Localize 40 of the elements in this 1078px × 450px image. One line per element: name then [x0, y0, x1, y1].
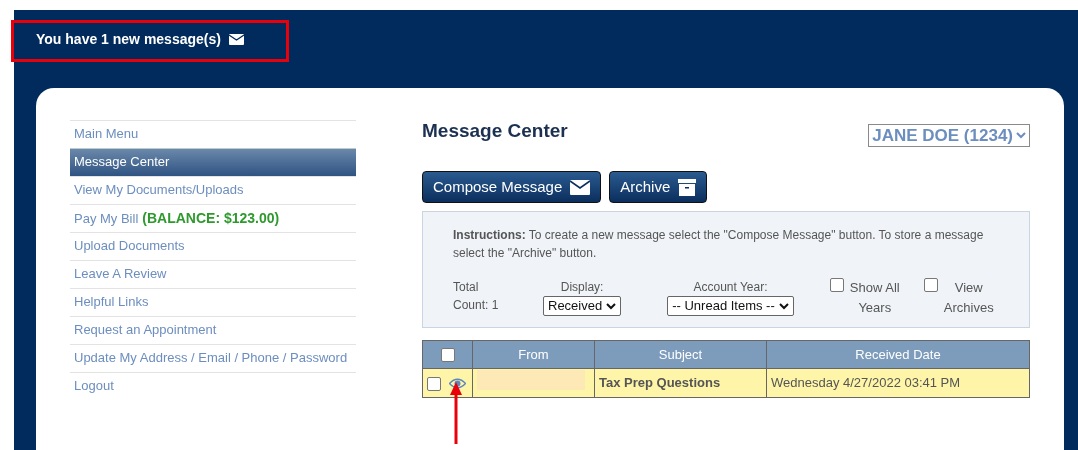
- year-label: Account Year:: [692, 279, 769, 296]
- table-cell: Wednesday 4/27/2022 03:41 PM: [766, 368, 1030, 398]
- display-select[interactable]: Received: [543, 296, 622, 316]
- display-label: Display:: [559, 279, 605, 296]
- checkbox-label: Show All Years: [848, 279, 901, 317]
- chevron-icon: [1016, 132, 1026, 139]
- checkbox[interactable]: [923, 278, 938, 292]
- checkbox[interactable]: [829, 278, 844, 292]
- archive-button[interactable]: Archive: [609, 171, 708, 203]
- total-count: Total Count: 1: [453, 279, 500, 314]
- envelope-icon: [228, 34, 244, 45]
- row-checkbox[interactable]: [427, 376, 441, 391]
- chevron-icon: [778, 302, 789, 310]
- sidebar-link[interactable]: Pay My Bill: [74, 211, 139, 226]
- balance-amount: (BALANCE: $123.00): [142, 210, 280, 226]
- column-header: Received Date: [766, 340, 1030, 369]
- column-header: From: [472, 340, 595, 369]
- sidebar-link[interactable]: Helpful Links: [74, 294, 149, 309]
- page-title: Message Center: [422, 120, 568, 143]
- account-select[interactable]: JANE DOE (1234): [868, 124, 1030, 147]
- sidebar-link[interactable]: Leave A Review: [74, 266, 167, 281]
- year-select[interactable]: -- Unread Items --: [667, 296, 794, 316]
- instructions-text: Instructions: To create a new message select the "Compose Message" button. To store a message select the "Archive" button.: [453, 227, 985, 262]
- envelope-icon: [570, 179, 591, 195]
- chevron-icon: [606, 302, 617, 310]
- column-header: Subject: [594, 340, 767, 369]
- sidebar-link[interactable]: Request an Appointment: [74, 322, 217, 337]
- select-all-checkbox[interactable]: [440, 348, 455, 363]
- sidebar-link[interactable]: Logout: [74, 378, 114, 393]
- sidebar-link[interactable]: Update My Address / Email / Phone / Password: [74, 350, 348, 365]
- new-message-notice[interactable]: You have 1 new message(s): [36, 29, 221, 50]
- sidebar-link[interactable]: View My Documents/Uploads: [74, 182, 244, 197]
- checkbox-label: View Archives: [942, 279, 995, 317]
- archive-box-icon: [678, 178, 697, 196]
- sidebar-link[interactable]: Main Menu: [74, 126, 139, 141]
- sidebar-link[interactable]: Upload Documents: [74, 238, 185, 253]
- table-cell: Tax Prep Questions: [594, 368, 767, 398]
- arrow-drawing: [450, 382, 462, 444]
- compose-button[interactable]: Compose Message: [422, 171, 602, 203]
- sidebar-link[interactable]: Message Center: [74, 154, 170, 169]
